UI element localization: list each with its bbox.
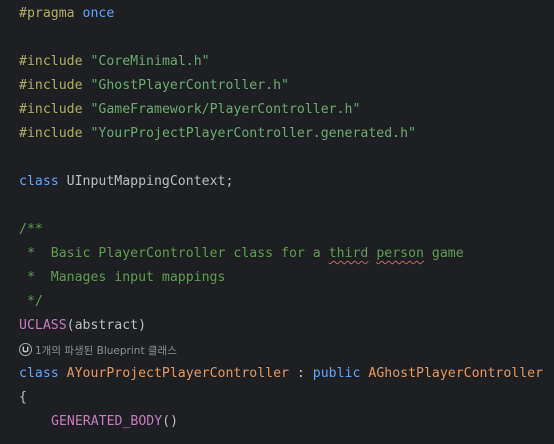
uclass-macro[interactable]: UCLASS: [19, 318, 67, 333]
class-keyword: class: [19, 174, 59, 189]
code-line-pragma[interactable]: #pragma once: [19, 3, 114, 25]
macro-argument: abstract: [74, 318, 139, 333]
code-line-include-core[interactable]: #include "CoreMinimal.h": [19, 51, 210, 73]
pragma-once-keyword: once: [82, 6, 115, 21]
code-line-forward-decl[interactable]: class UInputMappingContext;: [19, 171, 233, 193]
code-editor[interactable]: #pragma once #include "CoreMinimal.h" #i…: [0, 0, 554, 444]
include-path: "YourProjectPlayerController.generated.h…: [90, 126, 417, 141]
include-directive: #include: [19, 102, 83, 117]
code-line-generated-body[interactable]: GENERATED_BODY(): [51, 411, 178, 433]
class-name[interactable]: AYourProjectPlayerController: [67, 366, 289, 381]
type-name: UInputMappingContext: [66, 174, 226, 189]
base-class-name[interactable]: AGhostPlayerController: [368, 366, 543, 381]
open-paren: (: [66, 318, 75, 333]
doc-comment-text: game: [423, 246, 464, 261]
code-line-include-generated[interactable]: #include "YourProjectPlayerController.ge…: [19, 123, 416, 145]
class-keyword: class: [19, 366, 59, 381]
include-directive: #include: [19, 78, 83, 93]
doc-comment-close[interactable]: */: [19, 291, 43, 313]
spellcheck-word-person[interactable]: person: [376, 246, 424, 261]
doc-comment-text: * Basic PlayerController class for a: [19, 246, 329, 261]
derived-blueprint-hint[interactable]: 1개의 파생된 Blueprint 클래스: [19, 342, 177, 360]
include-path: "GameFramework/PlayerController.h": [90, 102, 361, 117]
open-brace[interactable]: {: [19, 387, 27, 409]
preprocessor-directive: #pragma: [19, 6, 75, 21]
inheritance-colon: :: [288, 366, 313, 381]
include-directive: #include: [19, 126, 83, 141]
unreal-blueprint-icon: [19, 343, 32, 356]
include-path: "GhostPlayerController.h": [90, 78, 289, 93]
close-paren: ): [138, 318, 147, 333]
include-directive: #include: [19, 54, 83, 69]
doc-comment-line-2[interactable]: * Manages input mappings: [19, 267, 226, 289]
include-path: "CoreMinimal.h": [90, 54, 210, 69]
code-line-include-ghost[interactable]: #include "GhostPlayerController.h": [19, 75, 289, 97]
spellcheck-word-third[interactable]: third: [329, 246, 369, 261]
code-line-class-decl[interactable]: class AYourProjectPlayerController : pub…: [19, 363, 543, 385]
semicolon: ;: [225, 174, 234, 189]
code-line-uclass[interactable]: UCLASS(abstract): [19, 315, 146, 337]
code-line-include-framework[interactable]: #include "GameFramework/PlayerController…: [19, 99, 360, 121]
generated-body-macro[interactable]: GENERATED_BODY: [51, 414, 162, 429]
public-keyword: public: [312, 366, 361, 381]
doc-comment-line-1[interactable]: * Basic PlayerController class for a thi…: [19, 243, 464, 265]
macro-parens: (): [162, 414, 179, 429]
doc-comment-open[interactable]: /**: [19, 219, 43, 241]
derived-blueprint-hint-text: 1개의 파생된 Blueprint 클래스: [35, 345, 177, 357]
